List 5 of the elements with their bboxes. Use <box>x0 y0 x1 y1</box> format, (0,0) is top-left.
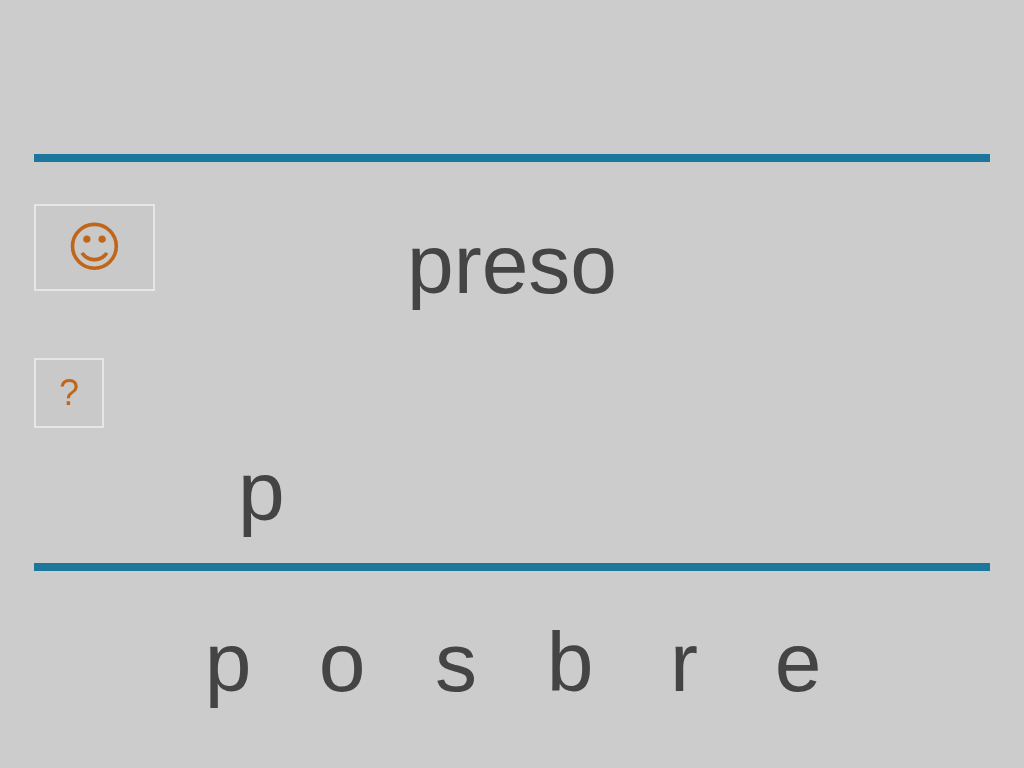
letter-tile[interactable]: r <box>627 620 741 704</box>
letter-tile[interactable]: s <box>399 620 513 704</box>
letter-tile[interactable]: b <box>513 620 627 704</box>
letter-tile[interactable]: e <box>741 620 855 704</box>
letter-tile[interactable]: o <box>285 620 399 704</box>
